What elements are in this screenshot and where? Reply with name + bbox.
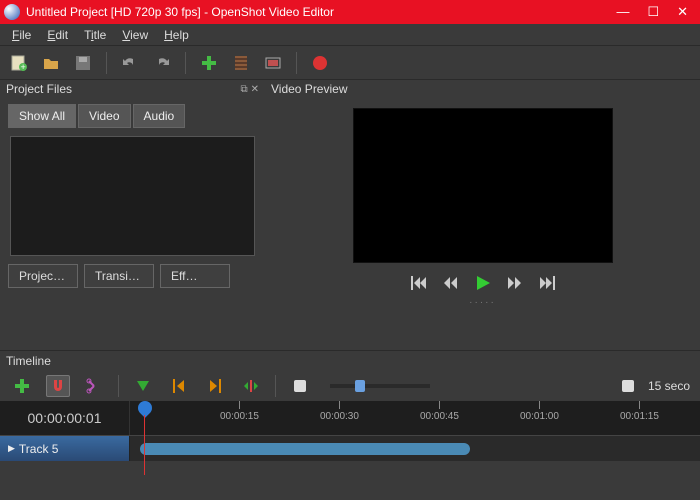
zoom-slider[interactable] xyxy=(330,384,430,388)
add-track-icon[interactable] xyxy=(10,375,34,397)
redo-icon[interactable] xyxy=(153,54,171,72)
ruler-ticks[interactable]: 00:00:15 00:00:30 00:00:45 00:01:00 00:0… xyxy=(130,401,700,435)
add-marker-icon[interactable] xyxy=(131,375,155,397)
fast-forward-icon[interactable] xyxy=(507,276,523,290)
menubar: File Edit Title View Help xyxy=(0,24,700,46)
minimize-button[interactable]: ― xyxy=(616,4,629,20)
razor-icon[interactable] xyxy=(82,375,106,397)
preview-title: Video Preview xyxy=(265,80,700,98)
jump-start-icon[interactable] xyxy=(411,276,427,290)
prev-marker-icon[interactable] xyxy=(167,375,191,397)
jump-end-icon[interactable] xyxy=(539,276,555,290)
main-toolbar: + xyxy=(0,46,700,80)
menu-view[interactable]: View xyxy=(116,26,154,44)
playhead-icon[interactable] xyxy=(135,398,155,418)
next-marker-icon[interactable] xyxy=(203,375,227,397)
close-button[interactable]: ✕ xyxy=(677,4,688,20)
panel-close-icon[interactable]: ✕ xyxy=(251,84,259,95)
zoom-label: 15 seco xyxy=(648,379,690,393)
tab-effects[interactable]: Eff… xyxy=(160,264,230,288)
track-expand-icon[interactable]: ▶ xyxy=(8,443,15,454)
project-files-list[interactable] xyxy=(10,136,255,256)
profile-icon[interactable] xyxy=(232,54,250,72)
open-project-icon[interactable] xyxy=(42,54,60,72)
menu-edit[interactable]: Edit xyxy=(41,26,74,44)
timeline-ruler[interactable]: 00:00:00:01 00:00:15 00:00:30 00:00:45 0… xyxy=(0,401,700,435)
track-label[interactable]: ▶ Track 5 xyxy=(0,436,130,461)
svg-text:+: + xyxy=(21,62,26,72)
filter-audio[interactable]: Audio xyxy=(133,104,186,128)
zoom-tool-icon[interactable] xyxy=(288,375,312,397)
menu-title[interactable]: Title xyxy=(78,26,112,44)
panel-resize-handle[interactable]: ····· xyxy=(265,297,700,308)
play-icon[interactable] xyxy=(475,275,491,291)
track-row[interactable]: ▶ Track 5 xyxy=(0,435,700,461)
timeline-panel: Timeline 15 seco 00:00:00:01 00:00:15 00… xyxy=(0,350,700,461)
timeline-title: Timeline xyxy=(0,351,700,371)
center-playhead-icon[interactable] xyxy=(239,375,263,397)
app-logo-icon xyxy=(4,4,20,20)
fullscreen-icon[interactable] xyxy=(264,54,282,72)
menu-file[interactable]: File xyxy=(6,26,37,44)
export-icon[interactable] xyxy=(311,54,329,72)
timeline-clip[interactable] xyxy=(140,443,470,455)
filter-show-all[interactable]: Show All xyxy=(8,104,76,128)
zoom-fit-icon[interactable] xyxy=(616,375,640,397)
project-files-title: Project Files xyxy=(6,82,72,96)
playhead-line xyxy=(144,415,145,475)
current-timecode: 00:00:00:01 xyxy=(28,410,102,426)
video-preview[interactable] xyxy=(353,108,613,263)
rewind-icon[interactable] xyxy=(443,276,459,290)
tab-transitions[interactable]: Transit… xyxy=(84,264,154,288)
undo-icon[interactable] xyxy=(121,54,139,72)
import-files-icon[interactable] xyxy=(200,54,218,72)
project-files-panel: Project Files ⧉ ✕ Show All Video Audio P… xyxy=(0,80,265,350)
panel-detach-icon[interactable]: ⧉ xyxy=(240,84,247,95)
filter-video[interactable]: Video xyxy=(78,104,130,128)
save-project-icon[interactable] xyxy=(74,54,92,72)
preview-panel: Video Preview ····· xyxy=(265,80,700,350)
tab-project-files[interactable]: Project … xyxy=(8,264,78,288)
menu-help[interactable]: Help xyxy=(158,26,195,44)
new-project-icon[interactable]: + xyxy=(10,54,28,72)
snap-icon[interactable] xyxy=(46,375,70,397)
titlebar: Untitled Project [HD 720p 30 fps] - Open… xyxy=(0,0,700,24)
maximize-button[interactable]: ☐ xyxy=(647,4,659,20)
window-title: Untitled Project [HD 720p 30 fps] - Open… xyxy=(26,5,616,19)
